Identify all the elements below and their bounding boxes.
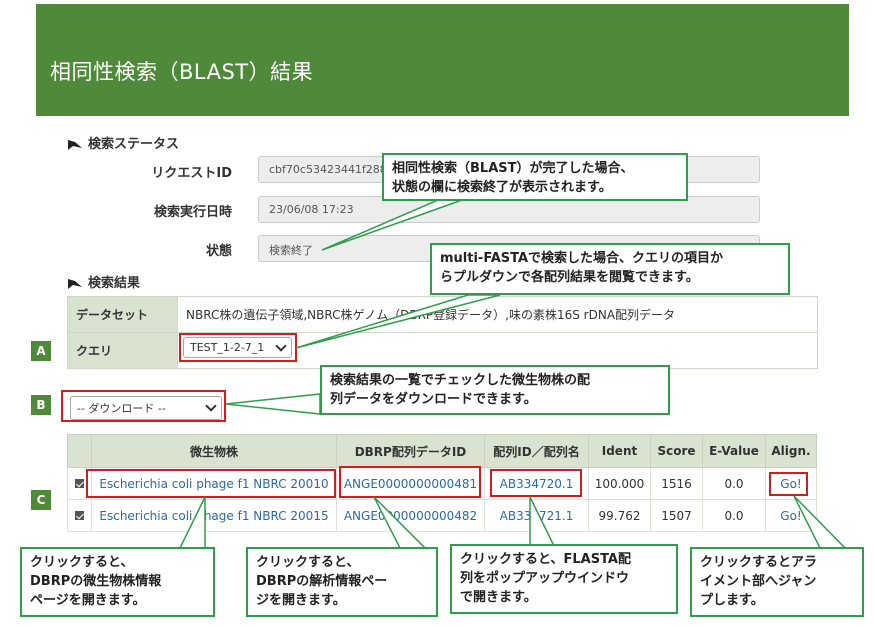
callout-status: 相同性検索（BLAST）が完了した場合、 状態の欄に検索終了が表示されます。 (382, 153, 688, 201)
callout-seq: クリックすると、FLASTA配 列をポップアップウインドウ で開きます。 (450, 544, 678, 614)
callout-download: 検索結果の一覧でチェックした微生物株の配 列データをダウンロードできます。 (320, 365, 670, 415)
callout-strain: クリックすると、 DBRPの微生物株情報 ページを開きます。 (20, 547, 215, 617)
seq-id-highlight (490, 469, 582, 497)
callout-align: クリックするとアラ イメント部へジャン プします。 (690, 547, 864, 617)
checkbox-checked-icon (75, 510, 84, 520)
col-align: Align. (765, 434, 817, 468)
evalue-cell: 0.0 (702, 467, 766, 500)
ident-cell: 100.000 (588, 467, 651, 500)
score-cell: 1516 (650, 467, 703, 500)
section-arrow-icon (68, 139, 82, 150)
page-title: 相同性検索（BLAST）結果 (50, 60, 314, 84)
download-highlight (61, 390, 226, 422)
col-strain: 微生物株 (91, 434, 337, 468)
results-section-title: 検索結果 (68, 272, 140, 291)
col-evalue: E-Value (702, 434, 766, 468)
table-row: Escherichia coli phage f1 NBRC 20015 ANG… (67, 499, 817, 532)
dataset-value: NBRC株の遺伝子領域,NBRC株ゲノム（DBRP登録データ）,味の素株16S … (177, 296, 818, 333)
dbrp-id-link[interactable]: ANGE0000000000482 (336, 499, 485, 532)
state-label: 状態 (205, 244, 232, 259)
connector-download (225, 393, 321, 415)
col-dbrp-id: DBRP配列データID (336, 434, 485, 468)
col-seq-id: 配列ID／配列名 (484, 434, 589, 468)
checkbox-checked-icon (75, 478, 84, 488)
request-id-label: リクエストID (151, 166, 232, 181)
row-checkbox[interactable] (67, 499, 92, 532)
col-score: Score (650, 434, 703, 468)
evalue-cell: 0.0 (702, 499, 766, 532)
ident-cell: 99.762 (588, 499, 651, 532)
callout-dbrp: クリックすると、 DBRPの解析情報ペー ジを開きます。 (246, 547, 438, 617)
dataset-label: データセット (67, 296, 178, 333)
badge-c: C (31, 490, 51, 510)
align-highlight (769, 472, 808, 496)
strain-highlight (86, 469, 336, 498)
exec-datetime-label: 検索実行日時 (153, 205, 232, 220)
callout-query: multi-FASTAで検索した場合、クエリの項目か らプルダウンで各配列結果を… (430, 243, 790, 295)
status-section-label: 検索ステータス (88, 137, 180, 152)
seq-id-link[interactable]: AB334721.1 (484, 499, 589, 532)
results-section-label: 検索結果 (88, 276, 141, 291)
badge-b: B (31, 395, 51, 415)
query-label: クエリ (67, 332, 178, 369)
dbrp-id-highlight (339, 466, 481, 498)
status-section-title: 検索ステータス (68, 133, 179, 152)
results-header-row: 微生物株 DBRP配列データID 配列ID／配列名 Ident Score E-… (67, 434, 817, 468)
col-check (67, 434, 92, 468)
section-arrow-icon (68, 278, 82, 289)
dataset-row: データセット NBRC株の遺伝子領域,NBRC株ゲノム（DBRP登録データ）,味… (67, 296, 818, 333)
page-header: 相同性検索（BLAST）結果 (36, 4, 849, 116)
badge-a: A (31, 341, 51, 361)
score-cell: 1507 (650, 499, 703, 532)
align-go-link[interactable]: Go! (765, 499, 817, 532)
col-ident: Ident (588, 434, 651, 468)
query-highlight (179, 333, 297, 362)
strain-link[interactable]: Escherichia coli phage f1 NBRC 20015 (91, 499, 337, 532)
